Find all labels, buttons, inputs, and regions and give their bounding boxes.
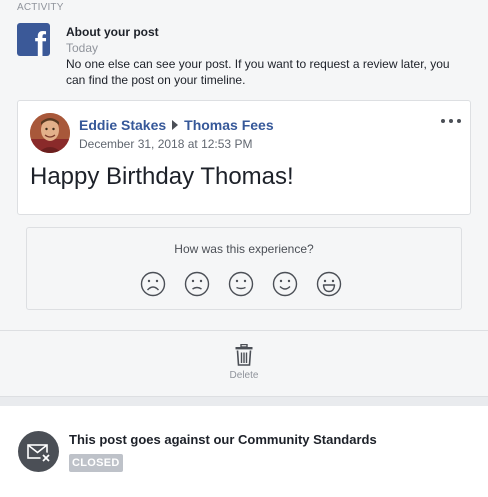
more-options-icon[interactable] (441, 113, 461, 129)
envelope-closed-icon (18, 431, 59, 472)
post-timestamp[interactable]: December 31, 2018 at 12:53 PM (79, 137, 252, 151)
happy-face-icon[interactable] (272, 271, 298, 297)
shared-to-arrow-icon (172, 120, 179, 130)
avatar[interactable] (30, 113, 70, 153)
post-notice: f About your post Today No one else can … (17, 23, 472, 87)
very-happy-face-icon[interactable] (316, 271, 342, 297)
author-link[interactable]: Eddie Stakes (79, 117, 166, 133)
feedback-panel: How was this experience? (26, 227, 462, 310)
feedback-question: How was this experience? (174, 242, 314, 256)
post-text: Happy Birthday Thomas! (30, 163, 294, 190)
sad-face-icon[interactable] (184, 271, 210, 297)
status-badge: CLOSED (69, 454, 123, 472)
divider (0, 330, 488, 331)
delete-label: Delete (229, 370, 259, 381)
status-section: This post goes against our Community Sta… (0, 406, 488, 497)
section-separator (0, 396, 488, 406)
section-label: ACTIVITY (17, 2, 64, 13)
notice-body: No one else can see your post. If you wa… (66, 57, 450, 87)
trash-icon (235, 344, 253, 366)
post-card: Eddie Stakes Thomas Fees December 31, 20… (17, 100, 471, 215)
notice-time: Today (66, 41, 99, 55)
notice-title: About your post (66, 25, 159, 39)
facebook-logo-icon: f (17, 23, 50, 56)
rating-faces (140, 271, 342, 297)
very-sad-face-icon[interactable] (140, 271, 166, 297)
neutral-face-icon[interactable] (228, 271, 254, 297)
status-title: This post goes against our Community Sta… (69, 432, 377, 447)
recipient-link[interactable]: Thomas Fees (184, 117, 273, 133)
delete-button[interactable]: Delete (222, 344, 266, 384)
author-line: Eddie Stakes Thomas Fees (79, 117, 274, 133)
